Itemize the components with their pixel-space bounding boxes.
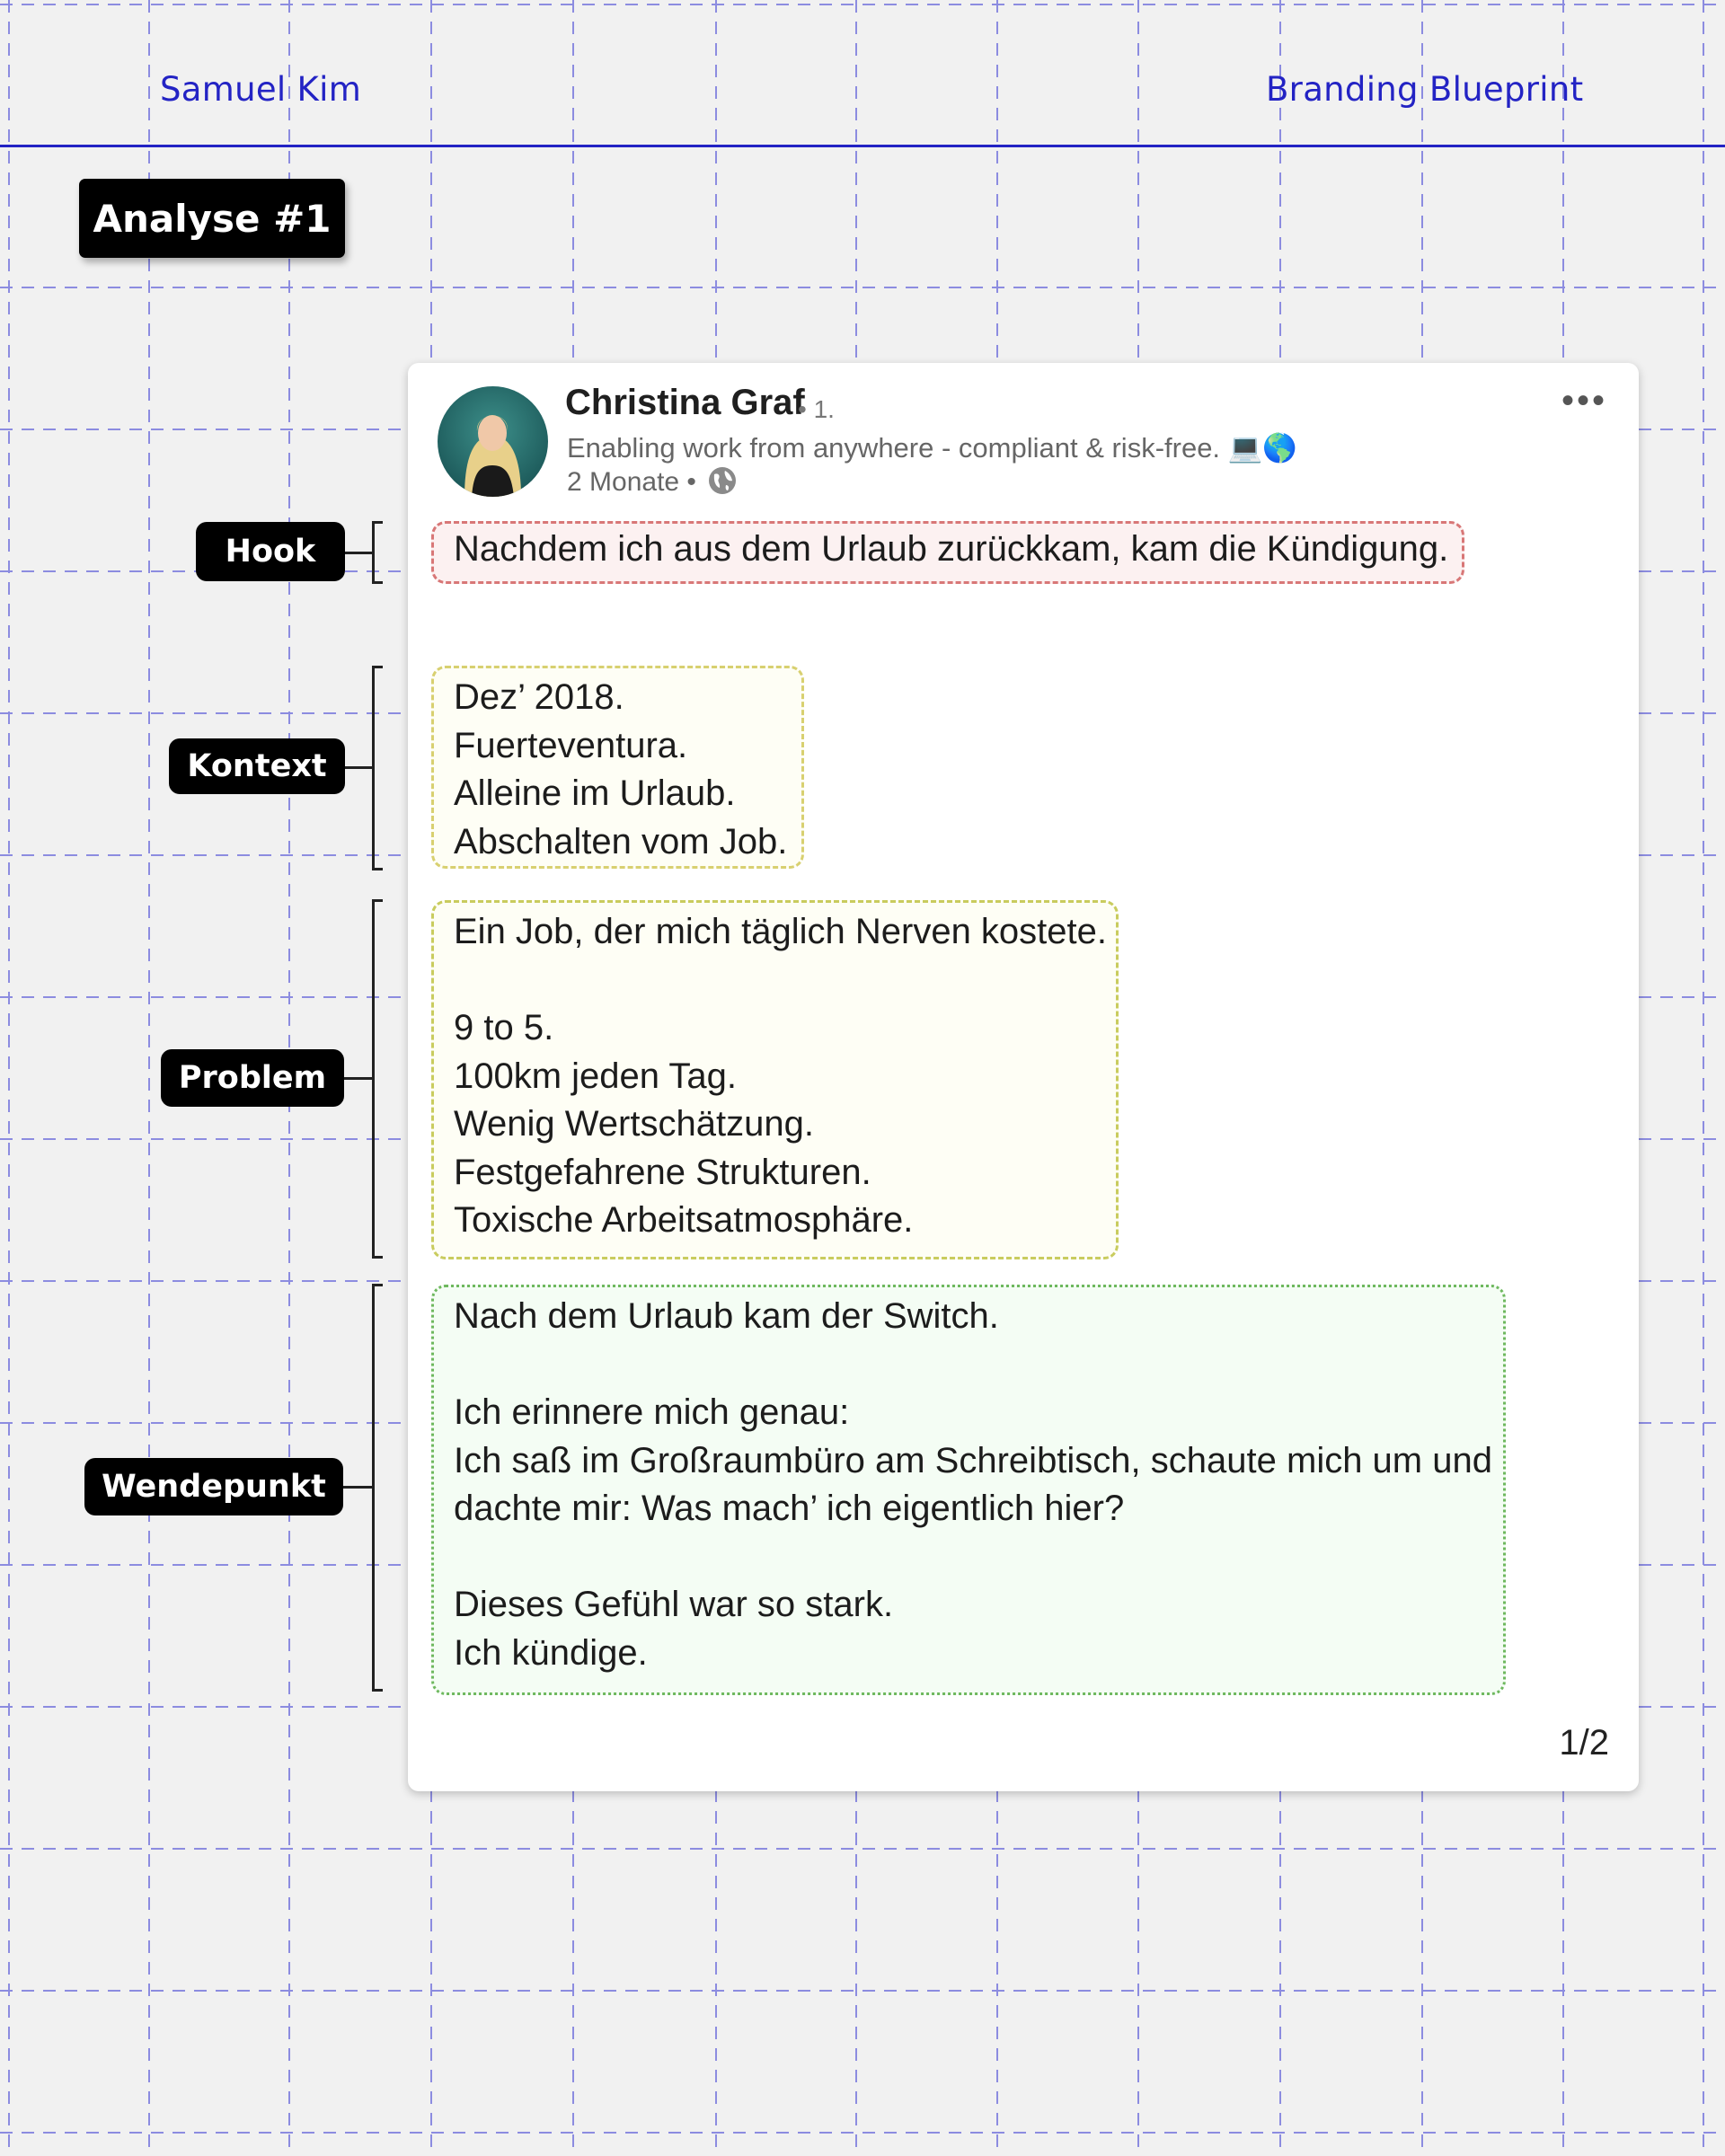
- wendepunkt-line: [454, 1533, 1503, 1582]
- label-hook: Hook: [196, 522, 345, 581]
- wendepunkt-line: Ich kündige.: [454, 1632, 648, 1673]
- post-author-name[interactable]: Christina Graf: [565, 383, 805, 423]
- page-indicator: 1/2: [1559, 1723, 1609, 1763]
- hook-line: Nachdem ich aus dem Urlaub zurückkam, ka…: [454, 529, 1449, 569]
- wendepunkt-line: Ich erinnere mich genau:: [454, 1392, 850, 1432]
- analysis-title-badge: Analyse #1: [79, 179, 345, 258]
- kontext-bracket: [372, 666, 383, 870]
- kontext-connector: [345, 766, 372, 769]
- header-brand: Branding Blueprint: [1266, 70, 1584, 109]
- problem-line: 100km jeden Tag.: [454, 1056, 738, 1096]
- problem-line: [454, 957, 1116, 1005]
- kontext-line: Dez’ 2018.: [454, 677, 624, 717]
- problem-line: 9 to 5.: [454, 1008, 554, 1047]
- wendepunkt-line: dachte mir: Was mach’ ich eigentlich hie…: [454, 1489, 1125, 1528]
- hook-connector: [345, 552, 372, 554]
- author-avatar[interactable]: [438, 386, 548, 497]
- more-options-icon[interactable]: •••: [1561, 381, 1607, 421]
- wendepunkt-line: Nach dem Urlaub kam der Switch.: [454, 1296, 999, 1336]
- header-author-name: Samuel Kim: [160, 70, 362, 109]
- kontext-line: Fuerteventura.: [454, 725, 688, 765]
- author-headline: Enabling work from anywhere - compliant …: [567, 432, 1297, 464]
- post-meta: 2 Monate •: [567, 465, 738, 503]
- wendepunkt-line: Ich saß im Großraumbüro am Schreibtisch,…: [454, 1440, 1492, 1480]
- kontext-line: Alleine im Urlaub.: [454, 773, 736, 813]
- connection-degree: • 1.: [798, 395, 835, 423]
- label-wendepunkt: Wendepunkt: [84, 1458, 343, 1515]
- problem-bracket: [372, 899, 383, 1259]
- problem-line: Ein Job, der mich täglich Nerven kostete…: [454, 912, 1108, 951]
- label-problem: Problem: [161, 1049, 344, 1107]
- segment-hook: Nachdem ich aus dem Urlaub zurückkam, ka…: [431, 521, 1464, 584]
- wendepunkt-line: [454, 1341, 1503, 1390]
- segment-wendepunkt: Nach dem Urlaub kam der Switch. Ich erin…: [431, 1285, 1506, 1695]
- globe-icon: [707, 465, 738, 503]
- wendepunkt-connector: [343, 1486, 372, 1489]
- segment-problem: Ein Job, der mich täglich Nerven kostete…: [431, 900, 1119, 1259]
- kontext-line: Abschalten vom Job.: [454, 821, 788, 862]
- avatar-portrait: [464, 415, 521, 497]
- post-timestamp: 2 Monate •: [567, 467, 696, 497]
- problem-line: Wenig Wertschätzung.: [454, 1104, 814, 1144]
- problem-connector: [344, 1077, 372, 1080]
- problem-line: Toxische Arbeitsatmosphäre.: [454, 1200, 914, 1240]
- problem-line: Festgefahrene Strukturen.: [454, 1152, 871, 1192]
- label-kontext: Kontext: [169, 738, 345, 794]
- header-divider: [0, 145, 1725, 147]
- wendepunkt-bracket: [372, 1284, 383, 1692]
- hook-bracket: [372, 521, 383, 584]
- segment-kontext: Dez’ 2018. Fuerteventura. Alleine im Url…: [431, 666, 804, 869]
- wendepunkt-line: Dieses Gefühl war so stark.: [454, 1585, 894, 1624]
- linkedin-post-card: Christina Graf • 1. Enabling work from a…: [408, 363, 1639, 1791]
